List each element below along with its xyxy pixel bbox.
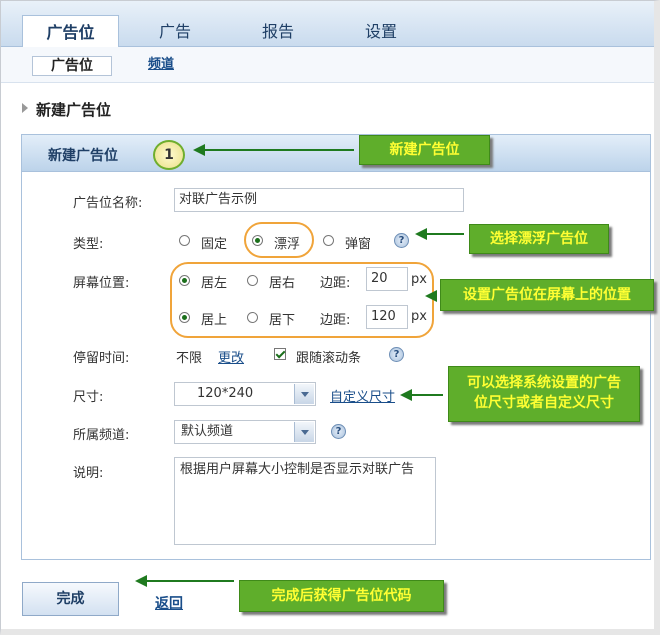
type-help-icon[interactable]: ? [394, 233, 409, 248]
stay-help-icon[interactable]: ? [389, 347, 404, 362]
v-margin-input[interactable]: 120 [366, 305, 408, 329]
callout-size: 可以选择系统设置的广告 位尺寸或者自定义尺寸 [448, 366, 640, 422]
back-link[interactable]: 返回 [155, 593, 183, 613]
callout-size-line2: 位尺寸或者自定义尺寸 [474, 395, 614, 411]
size-label: 尺寸: [73, 390, 104, 405]
type-label: 类型: [73, 237, 104, 252]
step-badge: 1 [153, 140, 185, 170]
position-label: 屏幕位置: [73, 276, 130, 291]
name-label: 广告位名称: [73, 196, 143, 211]
type-float-label: 漂浮 [274, 237, 301, 252]
left-label: 居左 [201, 276, 228, 291]
page-title-text: 新建广告位 [36, 101, 112, 119]
sub-tab-bar: 广告位 频道 [1, 47, 654, 83]
left-radio[interactable] [179, 275, 190, 286]
size-select-value: 120*240 [197, 386, 254, 401]
tab-ads[interactable]: 广告 [135, 15, 215, 48]
channel-select-value: 默认频道 [181, 424, 234, 439]
custom-size-link[interactable]: 自定义尺寸 [330, 386, 395, 405]
panel-header: 新建广告位 [22, 135, 650, 172]
callout-arrow-line [426, 233, 464, 235]
callout-finish: 完成后获得广告位代码 [239, 580, 444, 612]
v-margin-unit: px [411, 309, 427, 324]
callout-choose-float: 选择漂浮广告位 [469, 224, 609, 254]
follow-scroll-label: 跟随滚动条 [296, 351, 362, 366]
main-tab-bar: 广告位 广告 报告 设置 [1, 1, 654, 48]
chevron-down-icon [294, 422, 314, 442]
subtab-channel[interactable]: 频道 [139, 56, 183, 76]
h-margin-label: 边距: [320, 276, 351, 291]
size-select[interactable]: 120*240 [174, 382, 316, 406]
description-textarea[interactable]: 根据用户屏幕大小控制是否显示对联广告 [174, 457, 436, 545]
finish-button[interactable]: 完成 [22, 582, 119, 616]
top-radio[interactable] [179, 312, 190, 323]
type-popup-radio[interactable] [323, 235, 334, 246]
type-float-radio[interactable] [252, 235, 263, 246]
right-radio[interactable] [247, 275, 258, 286]
chevron-down-icon [294, 384, 314, 404]
change-stay-link[interactable]: 更改 [218, 347, 244, 366]
follow-scroll-checkbox[interactable] [274, 348, 286, 360]
stay-time-label: 停留时间: [73, 351, 130, 366]
v-margin-label: 边距: [320, 313, 351, 328]
panel-title: 新建广告位 [48, 148, 118, 164]
description-label: 说明: [73, 466, 104, 481]
callout-size-line1: 可以选择系统设置的广告 [467, 375, 621, 391]
h-margin-input[interactable]: 20 [366, 267, 408, 291]
callout-arrow-line [204, 149, 354, 151]
callout-set-position: 设置广告位在屏幕上的位置 [440, 279, 654, 311]
name-input[interactable]: 对联广告示例 [174, 188, 464, 212]
tab-ad-slot[interactable]: 广告位 [22, 15, 119, 48]
type-fixed-radio[interactable] [179, 235, 190, 246]
h-margin-unit: px [411, 272, 427, 287]
bottom-label: 居下 [269, 313, 296, 328]
channel-help-icon[interactable]: ? [331, 424, 346, 439]
callout-arrow-line [411, 394, 443, 396]
callout-arrow-line [146, 580, 234, 582]
arrow-left-icon [425, 290, 437, 302]
tab-reports[interactable]: 报告 [238, 15, 318, 48]
expand-arrow-icon [22, 103, 28, 113]
channel-label: 所属频道: [73, 428, 130, 443]
stay-time-value: 不限 [176, 351, 203, 366]
callout-new-slot: 新建广告位 [359, 135, 490, 165]
channel-select[interactable]: 默认频道 [174, 420, 316, 444]
top-label: 居上 [201, 313, 228, 328]
tab-settings[interactable]: 设置 [341, 15, 421, 48]
type-popup-label: 弹窗 [345, 237, 372, 252]
subtab-ad-slot[interactable]: 广告位 [32, 56, 112, 76]
right-label: 居右 [269, 276, 296, 291]
bottom-radio[interactable] [247, 312, 258, 323]
page-title: 新建广告位 [22, 99, 112, 120]
type-fixed-label: 固定 [201, 237, 228, 252]
